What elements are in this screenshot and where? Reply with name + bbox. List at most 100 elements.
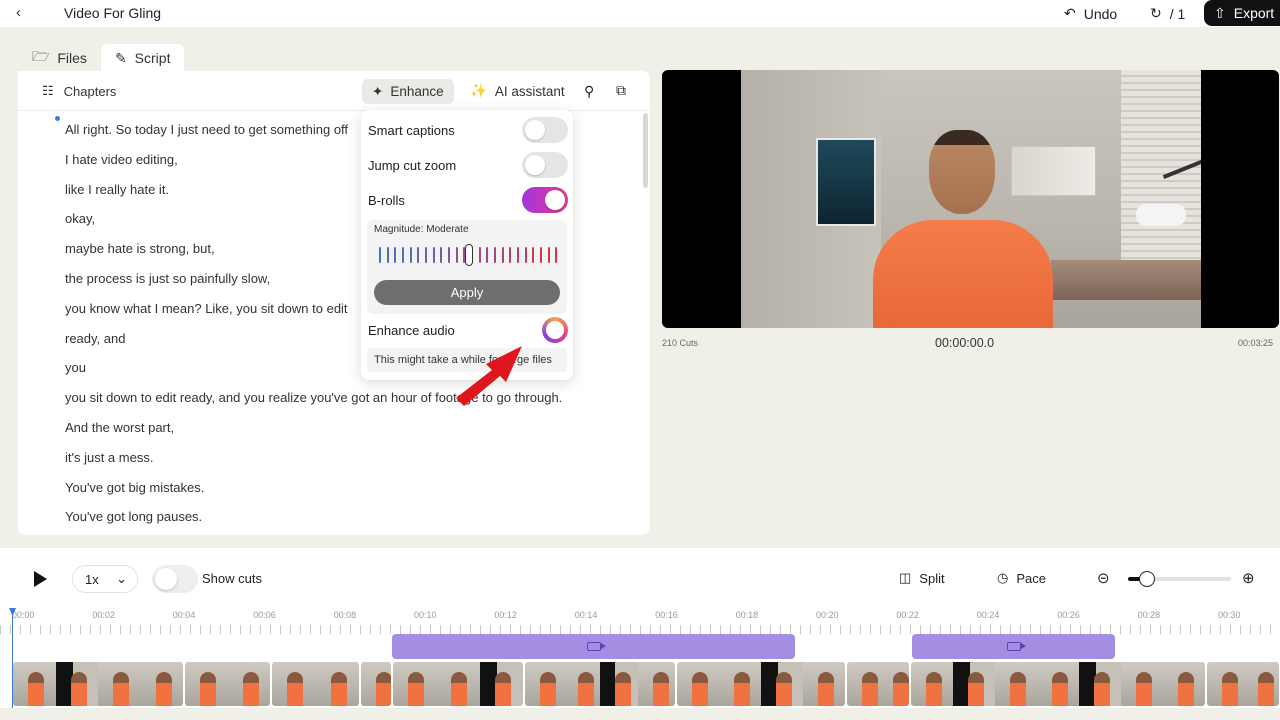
clip-thumbnail (600, 662, 638, 706)
video-preview[interactable] (662, 70, 1279, 328)
ai-assistant-button[interactable]: ✨ AI assistant (470, 83, 565, 99)
microphone (1136, 204, 1186, 226)
b-rolls-toggle[interactable] (522, 187, 568, 213)
ruler-label: 00:04 (172, 610, 196, 620)
ruler-label: 00:28 (1137, 610, 1161, 620)
pace-button[interactable]: ◷ Pace (997, 570, 1046, 586)
video-clip[interactable] (1206, 661, 1280, 707)
magnitude-slider-thumb[interactable] (465, 244, 473, 266)
clip-thumbnail (1163, 662, 1205, 706)
toggle-knob (545, 190, 565, 210)
search-icon[interactable]: ⚲ (584, 83, 594, 100)
back-arrow-icon[interactable]: ‹ (16, 4, 34, 22)
show-cuts-toggle[interactable] (152, 565, 198, 593)
magnitude-tick (486, 247, 489, 263)
ruler-label: 00:10 (414, 610, 437, 620)
toggle-knob (525, 120, 545, 140)
magnitude-box: Magnitude: Moderate Apply (367, 220, 567, 314)
b-rolls-label: B-rolls (368, 192, 405, 208)
video-clip[interactable] (910, 661, 1206, 707)
enhance-audio-label: Enhance audio (368, 322, 455, 338)
transcript-line[interactable]: You've got big mistakes. (65, 478, 562, 508)
project-title: Video For Gling (64, 5, 162, 21)
folder-icon: 🗁 (32, 48, 50, 64)
export-icon: ⇧ (1214, 4, 1226, 21)
person-head (929, 130, 995, 214)
smart-captions-toggle[interactable] (522, 117, 568, 143)
video-clip[interactable] (524, 661, 676, 707)
zoom-slider[interactable] (1128, 571, 1231, 587)
enhance-button[interactable]: ✦ Enhance (362, 79, 454, 104)
transcript-line[interactable]: You've got long pauses. (65, 507, 562, 537)
magnitude-tick (478, 247, 481, 263)
video-clip[interactable] (846, 661, 910, 707)
apply-button[interactable]: Apply (374, 280, 560, 305)
export-button[interactable]: ⇧ Export (1204, 0, 1280, 26)
ai-assistant-label: AI assistant (494, 83, 565, 99)
clip-thumbnail (637, 662, 675, 706)
clip-thumbnail (761, 662, 803, 706)
export-label: Export (1233, 5, 1275, 21)
enhance-label: Enhance (390, 84, 444, 99)
video-clip[interactable] (360, 661, 392, 707)
video-camera-icon (586, 642, 606, 651)
zoom-in-icon[interactable]: ⊕ (1242, 569, 1255, 587)
clip-thumbnail (1121, 662, 1163, 706)
video-camera-icon (1006, 642, 1026, 651)
clip-thumbnail (436, 662, 480, 706)
undo-icon: ↶ (1064, 5, 1076, 21)
timeline-ruler[interactable]: 00:00 00:02 00:04 00:06 00:08 00:10 00:12 00:14… (0, 608, 1280, 634)
video-clip[interactable] (12, 661, 184, 707)
video-track[interactable] (12, 661, 1280, 707)
magnitude-tick (379, 247, 381, 263)
clip-thumbnail (1243, 662, 1279, 706)
split-button[interactable]: ◫ Split (899, 570, 945, 586)
zoom-out-icon[interactable]: ⊝ (1097, 569, 1110, 587)
jump-cut-zoom-toggle[interactable] (522, 152, 568, 178)
clip-thumbnail (140, 662, 183, 706)
toggle-knob (155, 568, 177, 590)
transcript-line[interactable]: it's just a mess. (65, 448, 562, 478)
broll-clip[interactable] (912, 634, 1115, 659)
annotation-arrow-icon (456, 346, 522, 406)
magnitude-tick (432, 247, 435, 263)
ruler-label: 00:16 (655, 610, 678, 620)
clip-thumbnail (272, 662, 316, 706)
playhead[interactable] (9, 608, 16, 720)
redo-counter[interactable]: ↻ / 1 (1150, 5, 1185, 22)
ruler-label: 00:24 (976, 610, 1000, 620)
broll-clip[interactable] (392, 634, 795, 659)
transcript-line[interactable]: And the worst part, (65, 418, 562, 448)
video-clip[interactable] (271, 661, 360, 707)
zoom-slider-thumb[interactable] (1139, 571, 1155, 587)
clip-thumbnail (227, 662, 270, 706)
clip-thumbnail (361, 662, 391, 706)
ruler-label: 00:12 (494, 610, 517, 620)
magnitude-slider[interactable] (377, 244, 561, 266)
magnitude-tick (455, 247, 458, 263)
timeline-bottom-strip (0, 708, 1280, 720)
speed-select[interactable]: 1x ⌄ (72, 565, 138, 593)
video-clip[interactable] (184, 661, 271, 707)
transcript-scrollbar[interactable] (643, 113, 648, 188)
bookmark-icon: ☷ (42, 83, 54, 98)
copy-icon[interactable]: ⧉ (616, 82, 626, 99)
current-timecode: 00:00:00.0 (935, 336, 995, 350)
left-panel-tabs: 🗁 Files ✎ Script (18, 44, 185, 72)
pencil-icon: ✎ (114, 49, 127, 66)
smart-captions-row: Smart captions (368, 115, 568, 145)
magnitude-tick (555, 247, 558, 263)
tab-script[interactable]: ✎ Script (100, 44, 185, 72)
clip-thumbnail (98, 662, 141, 706)
play-icon[interactable] (34, 571, 47, 587)
video-clip[interactable] (392, 661, 524, 707)
clip-thumbnail (677, 662, 719, 706)
chapters-button[interactable]: ☷ Chapters (42, 83, 116, 99)
video-clip[interactable] (676, 661, 846, 707)
timeline-area: 1x ⌄ Show cuts ◫ Split ◷ Pace ⊝ ⊕ 00:00 0… (0, 548, 1280, 720)
jump-cut-zoom-label: Jump cut zoom (368, 157, 457, 173)
undo-button[interactable]: ↶ Undo (1064, 5, 1117, 22)
shelf (1051, 260, 1201, 300)
tab-files[interactable]: 🗁 Files (18, 44, 101, 72)
clip-thumbnail (393, 662, 437, 706)
